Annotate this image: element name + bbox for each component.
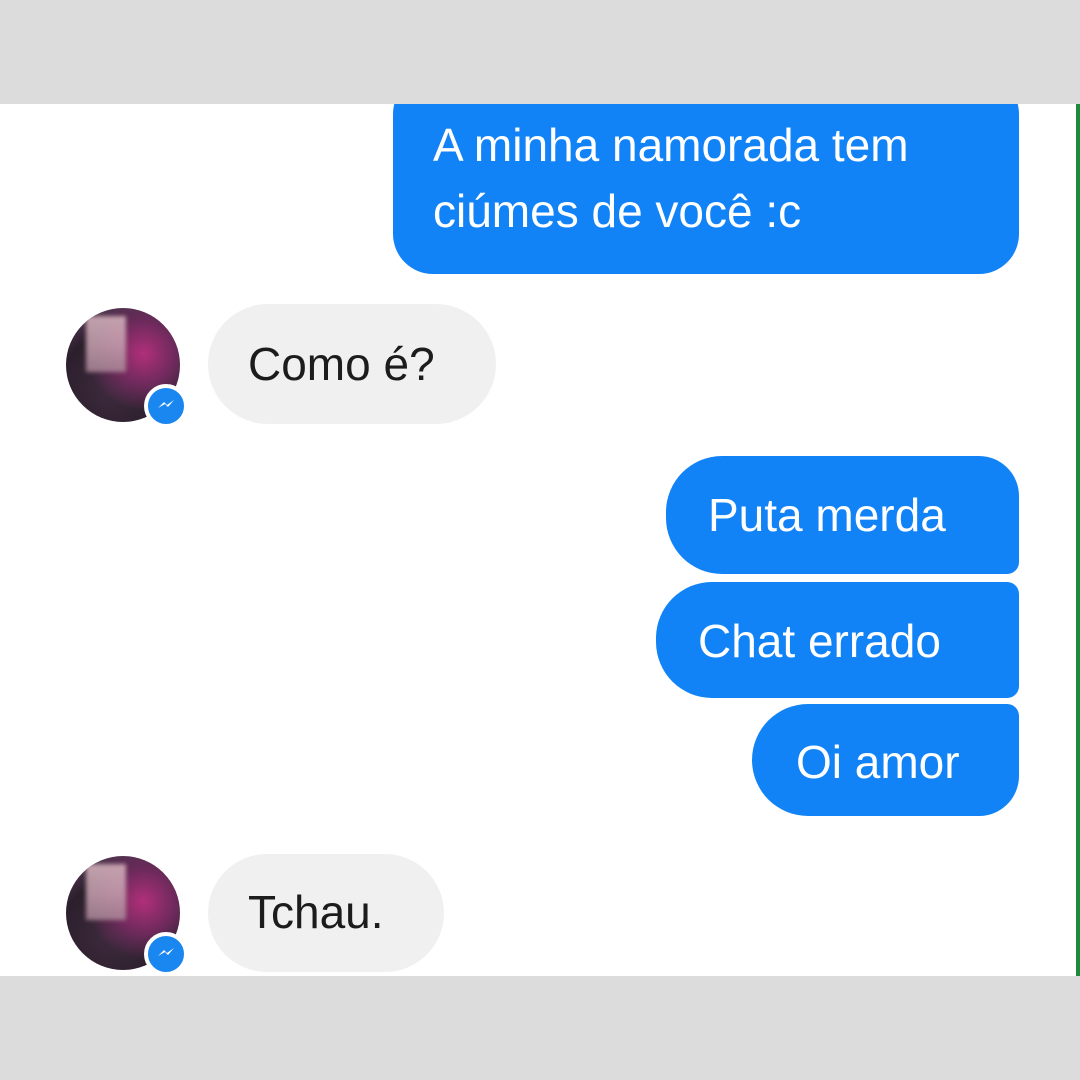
incoming-message[interactable]: Como é? xyxy=(208,304,496,424)
incoming-message[interactable]: Tchau. xyxy=(208,854,444,972)
outgoing-message[interactable]: A minha namorada tem ciúmes de você :c xyxy=(393,104,1019,274)
outgoing-message[interactable]: Chat errado xyxy=(656,582,1019,698)
pixelated-face xyxy=(86,864,126,920)
chat-thread[interactable]: A minha namorada tem ciúmes de você :c C… xyxy=(0,104,1080,976)
outgoing-message[interactable]: Puta merda xyxy=(666,456,1019,574)
outgoing-message[interactable]: Oi amor xyxy=(752,704,1019,816)
messenger-icon xyxy=(144,384,188,428)
bottom-border xyxy=(0,976,1080,1080)
top-border xyxy=(0,0,1080,104)
messenger-icon xyxy=(144,932,188,976)
pixelated-face xyxy=(86,316,126,372)
